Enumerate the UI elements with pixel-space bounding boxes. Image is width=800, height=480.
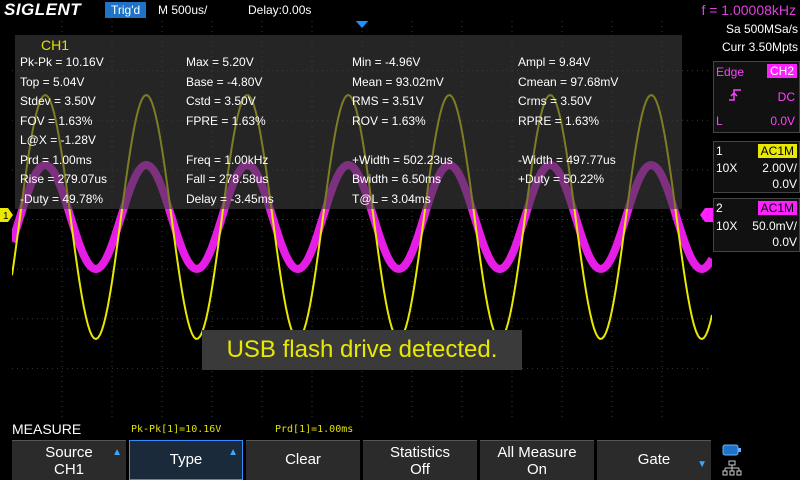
measurement-value: ROV = 1.63%	[352, 113, 426, 128]
measurement-value: -Width = 497.77us	[518, 152, 616, 167]
measurement-panel: CH1 Pk-Pk = 10.16V Max = 5.20V Min = -4.96…	[15, 35, 682, 209]
trigger-coupling: DC	[777, 90, 795, 104]
ch1-ground-marker[interactable]: 1	[0, 208, 13, 222]
trigger-type: Edge	[716, 65, 745, 79]
chevron-down-icon: ▼	[697, 459, 707, 470]
memory-depth: Curr 3.50Mpts	[721, 40, 798, 54]
source-softkey-value: CH1	[53, 461, 84, 478]
measurement-value: Fall = 278.58us	[186, 172, 269, 186]
ch2-scale: 50.0mV/	[752, 219, 797, 233]
source-softkey-label: Source	[45, 444, 93, 461]
trigger-level-value: 0.0V	[770, 114, 795, 128]
measurement-value: Top = 5.04V	[20, 74, 85, 89]
ch2-probe: 10X	[716, 219, 738, 233]
measurement-value: RMS = 3.51V	[352, 94, 424, 108]
gate-softkey-label: Gate	[637, 451, 671, 468]
measurement-value: Bwidth = 6.50ms	[352, 172, 442, 186]
type-softkey-label: Type	[169, 451, 203, 468]
battery-icon[interactable]	[722, 443, 742, 457]
measurement-value: Crms = 3.50V	[518, 94, 592, 108]
right-info-panel: Sa 500MSa/s Curr 3.50Mpts Edge CH2 DC L …	[713, 21, 800, 418]
usb-notification-toast: USB flash drive detected.	[202, 330, 522, 370]
brand-logo: SIGLENT	[4, 0, 82, 19]
measurement-value: +Width = 502.23us	[352, 152, 453, 167]
all-measure-softkey-label: All Measure	[497, 444, 577, 461]
ch1-probe: 10X	[716, 161, 738, 175]
type-softkey[interactable]: Type ▲	[129, 440, 243, 480]
measurement-value: Cmean = 97.68mV	[518, 74, 619, 89]
ch2-info-box[interactable]: 2 AC1M 10X 50.0mV/ 0.0V	[713, 198, 800, 252]
sample-rate: Sa 500MSa/s	[725, 22, 798, 36]
measurement-value: Prd = 1.00ms	[20, 152, 92, 167]
frequency-counter: f = 1.00008kHz	[701, 2, 796, 18]
measurement-value: Min = -4.96V	[352, 55, 421, 69]
quick-stat-period: Prd[1]=1.00ms	[275, 424, 354, 435]
measurement-value: Max = 5.20V	[186, 55, 254, 69]
measurement-value: +Duty = 50.22%	[518, 172, 605, 186]
svg-text:1: 1	[3, 211, 9, 222]
measurement-value: Mean = 93.02mV	[352, 74, 444, 89]
trigger-status-badge[interactable]: Trig'd	[105, 2, 147, 18]
network-icon[interactable]	[722, 460, 742, 476]
measurement-value: L@X = -1.28V	[20, 133, 96, 147]
statistics-softkey[interactable]: Statistics Off	[363, 440, 477, 480]
measurement-value: T@L = 3.04ms	[352, 191, 431, 206]
trigger-source: CH2	[766, 64, 797, 78]
clear-softkey-label: Clear	[285, 451, 321, 468]
measurement-value: Ampl = 9.84V	[518, 55, 591, 69]
statistics-softkey-label: Statistics	[389, 444, 450, 461]
measurement-value: Cstd = 3.50V	[186, 94, 256, 108]
measurement-value: FPRE = 1.63%	[186, 113, 266, 128]
measurement-value: Rise = 279.07us	[20, 172, 108, 186]
ch2-offset: 0.0V	[772, 235, 797, 249]
ch2-coupling: AC1M	[757, 201, 797, 215]
ch1-scale: 2.00V/	[762, 161, 797, 175]
all-measure-softkey-value: On	[526, 461, 547, 478]
measurement-value: FOV = 1.63%	[20, 113, 93, 128]
measurement-value: Stdev = 3.50V	[20, 94, 96, 108]
all-measure-softkey[interactable]: All Measure On	[480, 440, 594, 480]
menu-title: MEASURE	[12, 421, 82, 437]
gate-softkey[interactable]: Gate ▼	[597, 440, 711, 480]
measurement-value: Freq = 1.00kHz	[186, 152, 269, 167]
ch2-number: 2	[716, 201, 723, 215]
rising-edge-icon	[729, 89, 741, 101]
measurement-channel-label: CH1	[41, 37, 70, 53]
delay-readout[interactable]: Delay:0.00s	[248, 2, 311, 18]
ch1-number: 1	[716, 144, 723, 158]
measurement-value: Delay = -3.45ms	[186, 191, 274, 206]
source-softkey[interactable]: Source CH1 ▲	[12, 440, 126, 480]
trigger-level-label: L	[716, 114, 723, 128]
trigger-level-marker[interactable]	[700, 208, 713, 222]
chevron-up-icon: ▲	[112, 447, 122, 458]
ch1-coupling: AC1M	[757, 144, 797, 158]
ch1-info-box[interactable]: 1 AC1M 10X 2.00V/ 0.0V	[713, 141, 800, 193]
timebase-readout[interactable]: M 500us/	[158, 2, 207, 18]
clear-softkey[interactable]: Clear	[246, 440, 360, 480]
ch1-offset: 0.0V	[772, 177, 797, 191]
measurement-value: Pk-Pk = 10.16V	[20, 55, 104, 69]
measurement-value: Base = -4.80V	[186, 74, 263, 89]
measurement-value: -Duty = 49.78%	[20, 191, 104, 206]
chevron-up-icon: ▲	[228, 447, 238, 458]
measurement-value: RPRE = 1.63%	[518, 113, 600, 128]
quick-stat-pkpk: Pk-Pk[1]=10.16V	[131, 424, 222, 435]
statistics-softkey-value: Off	[410, 461, 430, 478]
trigger-info-box[interactable]: Edge CH2 DC L 0.0V	[713, 61, 800, 133]
